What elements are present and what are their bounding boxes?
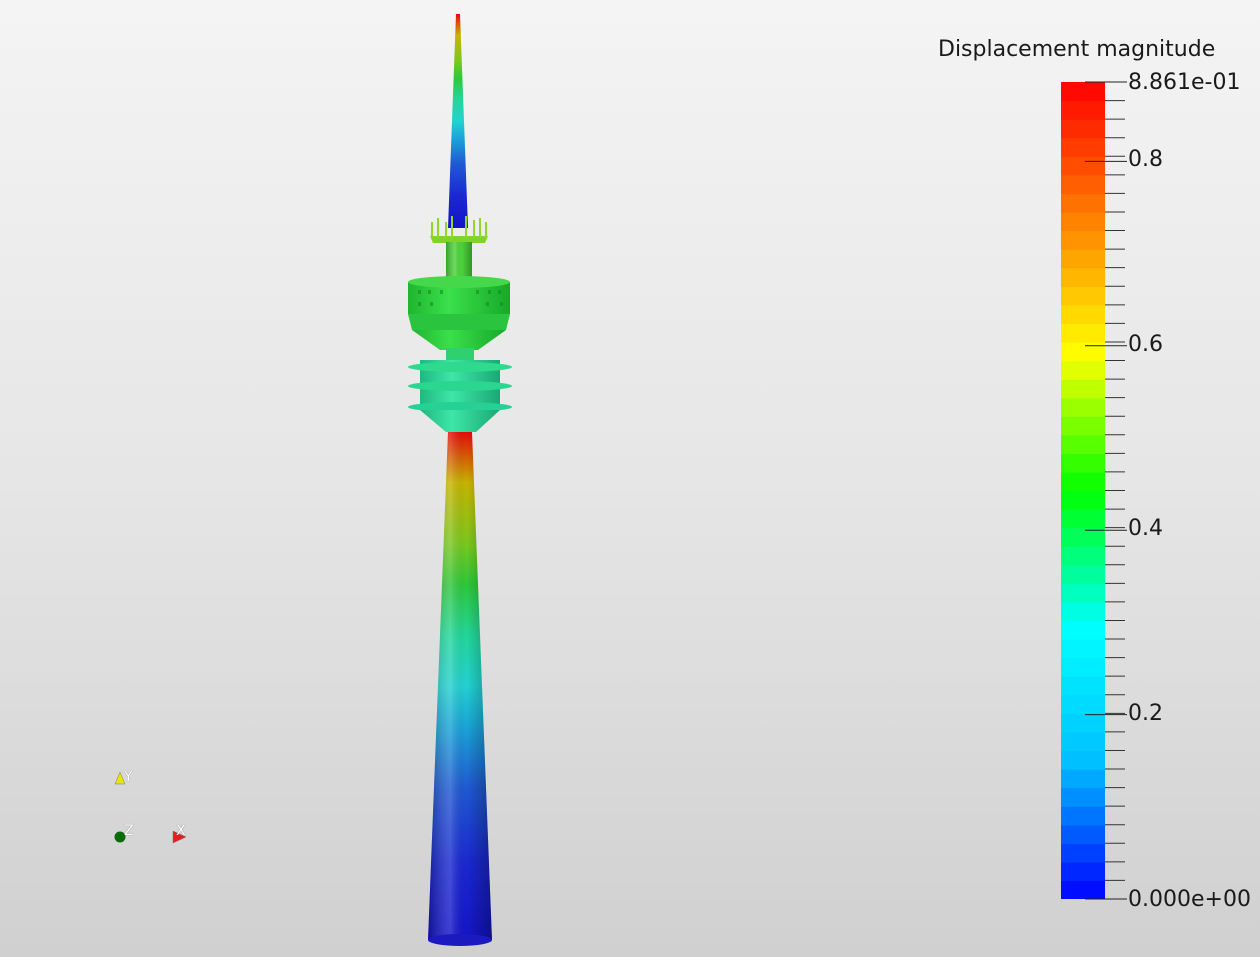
colorbar-ticks	[1085, 81, 1127, 900]
render-view[interactable]: Displacement magnitude 8.861e-01 0.8 0.6…	[0, 0, 1260, 957]
mid-shaft	[446, 348, 474, 362]
y-axis-label: Y	[124, 769, 133, 785]
colorbar-tick-label: 0.8	[1128, 147, 1163, 172]
colorbar-tick-label: 0.6	[1128, 332, 1163, 357]
orientation-axes	[114, 771, 187, 844]
colorbar-tick-label: 0.4	[1128, 516, 1163, 541]
colorbar-min-label: 0.000e+00	[1128, 887, 1251, 912]
legend-title: Displacement magnitude	[938, 37, 1216, 62]
colorbar-tick-label: 0.2	[1128, 701, 1163, 726]
lower-pod	[408, 360, 512, 432]
tower-spire	[448, 14, 468, 228]
upper-pod	[408, 276, 510, 350]
x-axis-label: X	[176, 823, 186, 839]
z-axis-label: Z	[124, 823, 134, 839]
colorbar-max-label: 8.861e-01	[1128, 70, 1241, 95]
